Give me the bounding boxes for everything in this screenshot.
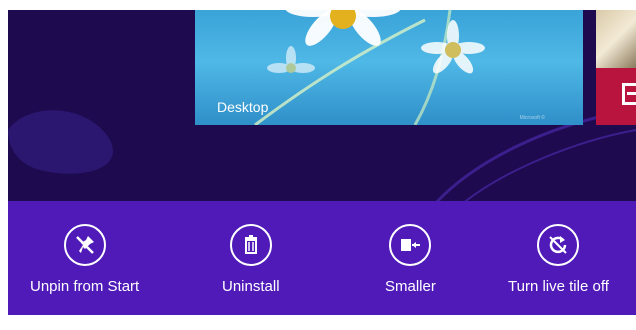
left-margin [0,0,8,330]
turn-live-tile-off-button[interactable]: Turn live tile off [508,224,609,295]
app-glyph-icon [622,83,636,105]
start-screen: Desktop Microsoft © Unpin from Start Uni… [0,0,636,330]
bottom-margin [0,315,636,330]
live-tile-off-icon [537,224,580,266]
tile-watermark: Microsoft © [519,115,545,121]
unpin-icon [63,224,106,266]
top-margin [0,0,636,10]
smaller-icon [389,224,432,266]
app-bar: Unpin from Start Uninstall Smaller Turn … [0,201,636,315]
adjacent-app-tile[interactable] [596,10,636,125]
trash-icon [229,224,272,266]
desktop-tile-label: Desktop [217,99,269,115]
uninstall-label: Uninstall [222,278,280,295]
unpin-label: Unpin from Start [30,278,140,295]
smaller-label: Smaller [385,278,436,295]
desktop-tile[interactable]: Desktop Microsoft © [195,10,583,125]
smaller-button[interactable]: Smaller [385,224,436,295]
uninstall-button[interactable]: Uninstall [222,224,280,295]
unpin-from-start-button[interactable]: Unpin from Start [30,224,139,295]
tile-photo-image [596,10,636,68]
turn-live-tile-off-label: Turn live tile off [508,278,609,295]
